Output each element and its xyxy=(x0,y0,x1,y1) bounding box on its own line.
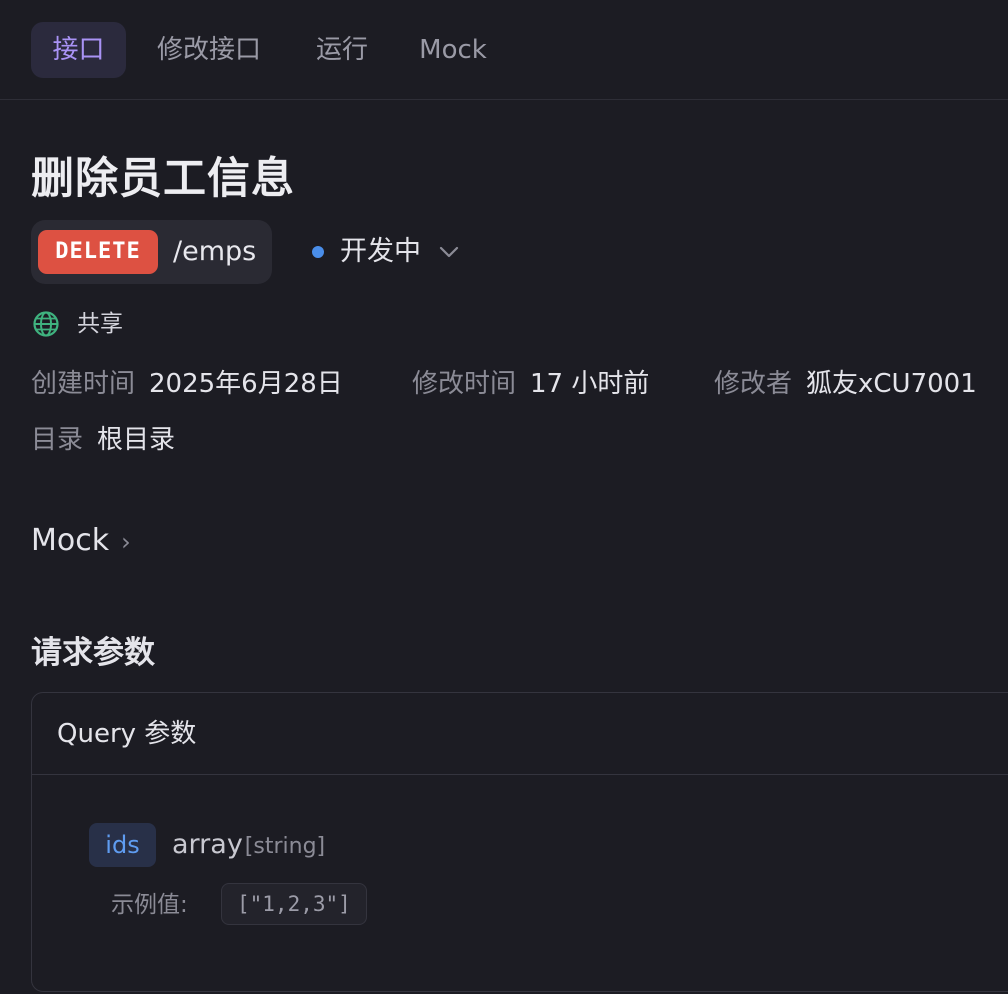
folder-label: 目录 xyxy=(31,425,84,455)
example-value[interactable]: ["1,2,3"] xyxy=(221,883,367,925)
param-name-badge: ids xyxy=(89,823,156,867)
created-time-value: 2025年6月28日 xyxy=(149,369,343,399)
tab-mock[interactable]: Mock xyxy=(410,22,496,78)
endpoint-path: /emps xyxy=(173,236,257,267)
modifier: 修改者 狐友xCU7001 xyxy=(714,362,977,406)
tab-interface[interactable]: 接口 xyxy=(31,22,126,78)
status-label: 开发中 xyxy=(340,236,421,267)
modifier-value: 狐友xCU7001 xyxy=(806,369,977,399)
method-badge: DELETE xyxy=(38,230,158,274)
request-params-title: 请求参数 xyxy=(31,635,155,671)
chevron-down-icon xyxy=(438,226,460,296)
tab-run[interactable]: 运行 xyxy=(305,22,379,78)
mock-section-label: Mock xyxy=(31,523,110,558)
query-params-label: Query 参数 xyxy=(57,719,197,749)
query-params-header: Query 参数 xyxy=(32,693,1008,775)
param-type: array[string] xyxy=(172,823,325,867)
globe-icon xyxy=(32,310,60,338)
modified-time-value: 17 小时前 xyxy=(530,369,650,399)
visibility-label: 共享 xyxy=(77,311,123,337)
param-type-sub: [string] xyxy=(244,834,326,859)
tab-edit-interface[interactable]: 修改接口 xyxy=(146,22,272,78)
method-path-pill[interactable]: DELETE /emps xyxy=(31,220,272,284)
created-time-label: 创建时间 xyxy=(31,369,136,399)
modifier-label: 修改者 xyxy=(714,369,793,399)
example-label: 示例值: xyxy=(111,892,188,918)
status-dot-icon xyxy=(312,246,324,258)
tab-bar: 接口 修改接口 运行 Mock xyxy=(0,0,1008,100)
query-params-card: Query 参数 ids array[string] 示例值: ["1,2,3"… xyxy=(31,692,1008,992)
created-time: 创建时间 2025年6月28日 xyxy=(31,362,343,406)
chevron-right-icon: › xyxy=(121,528,131,556)
modified-time-label: 修改时间 xyxy=(412,369,517,399)
modified-time: 修改时间 17 小时前 xyxy=(412,362,649,406)
folder: 目录 根目录 xyxy=(31,418,175,462)
mock-section-toggle[interactable]: Mock › xyxy=(31,518,131,564)
param-type-main: array xyxy=(172,829,243,860)
folder-value[interactable]: 根目录 xyxy=(97,425,175,455)
page-title: 删除员工信息 xyxy=(31,154,295,204)
